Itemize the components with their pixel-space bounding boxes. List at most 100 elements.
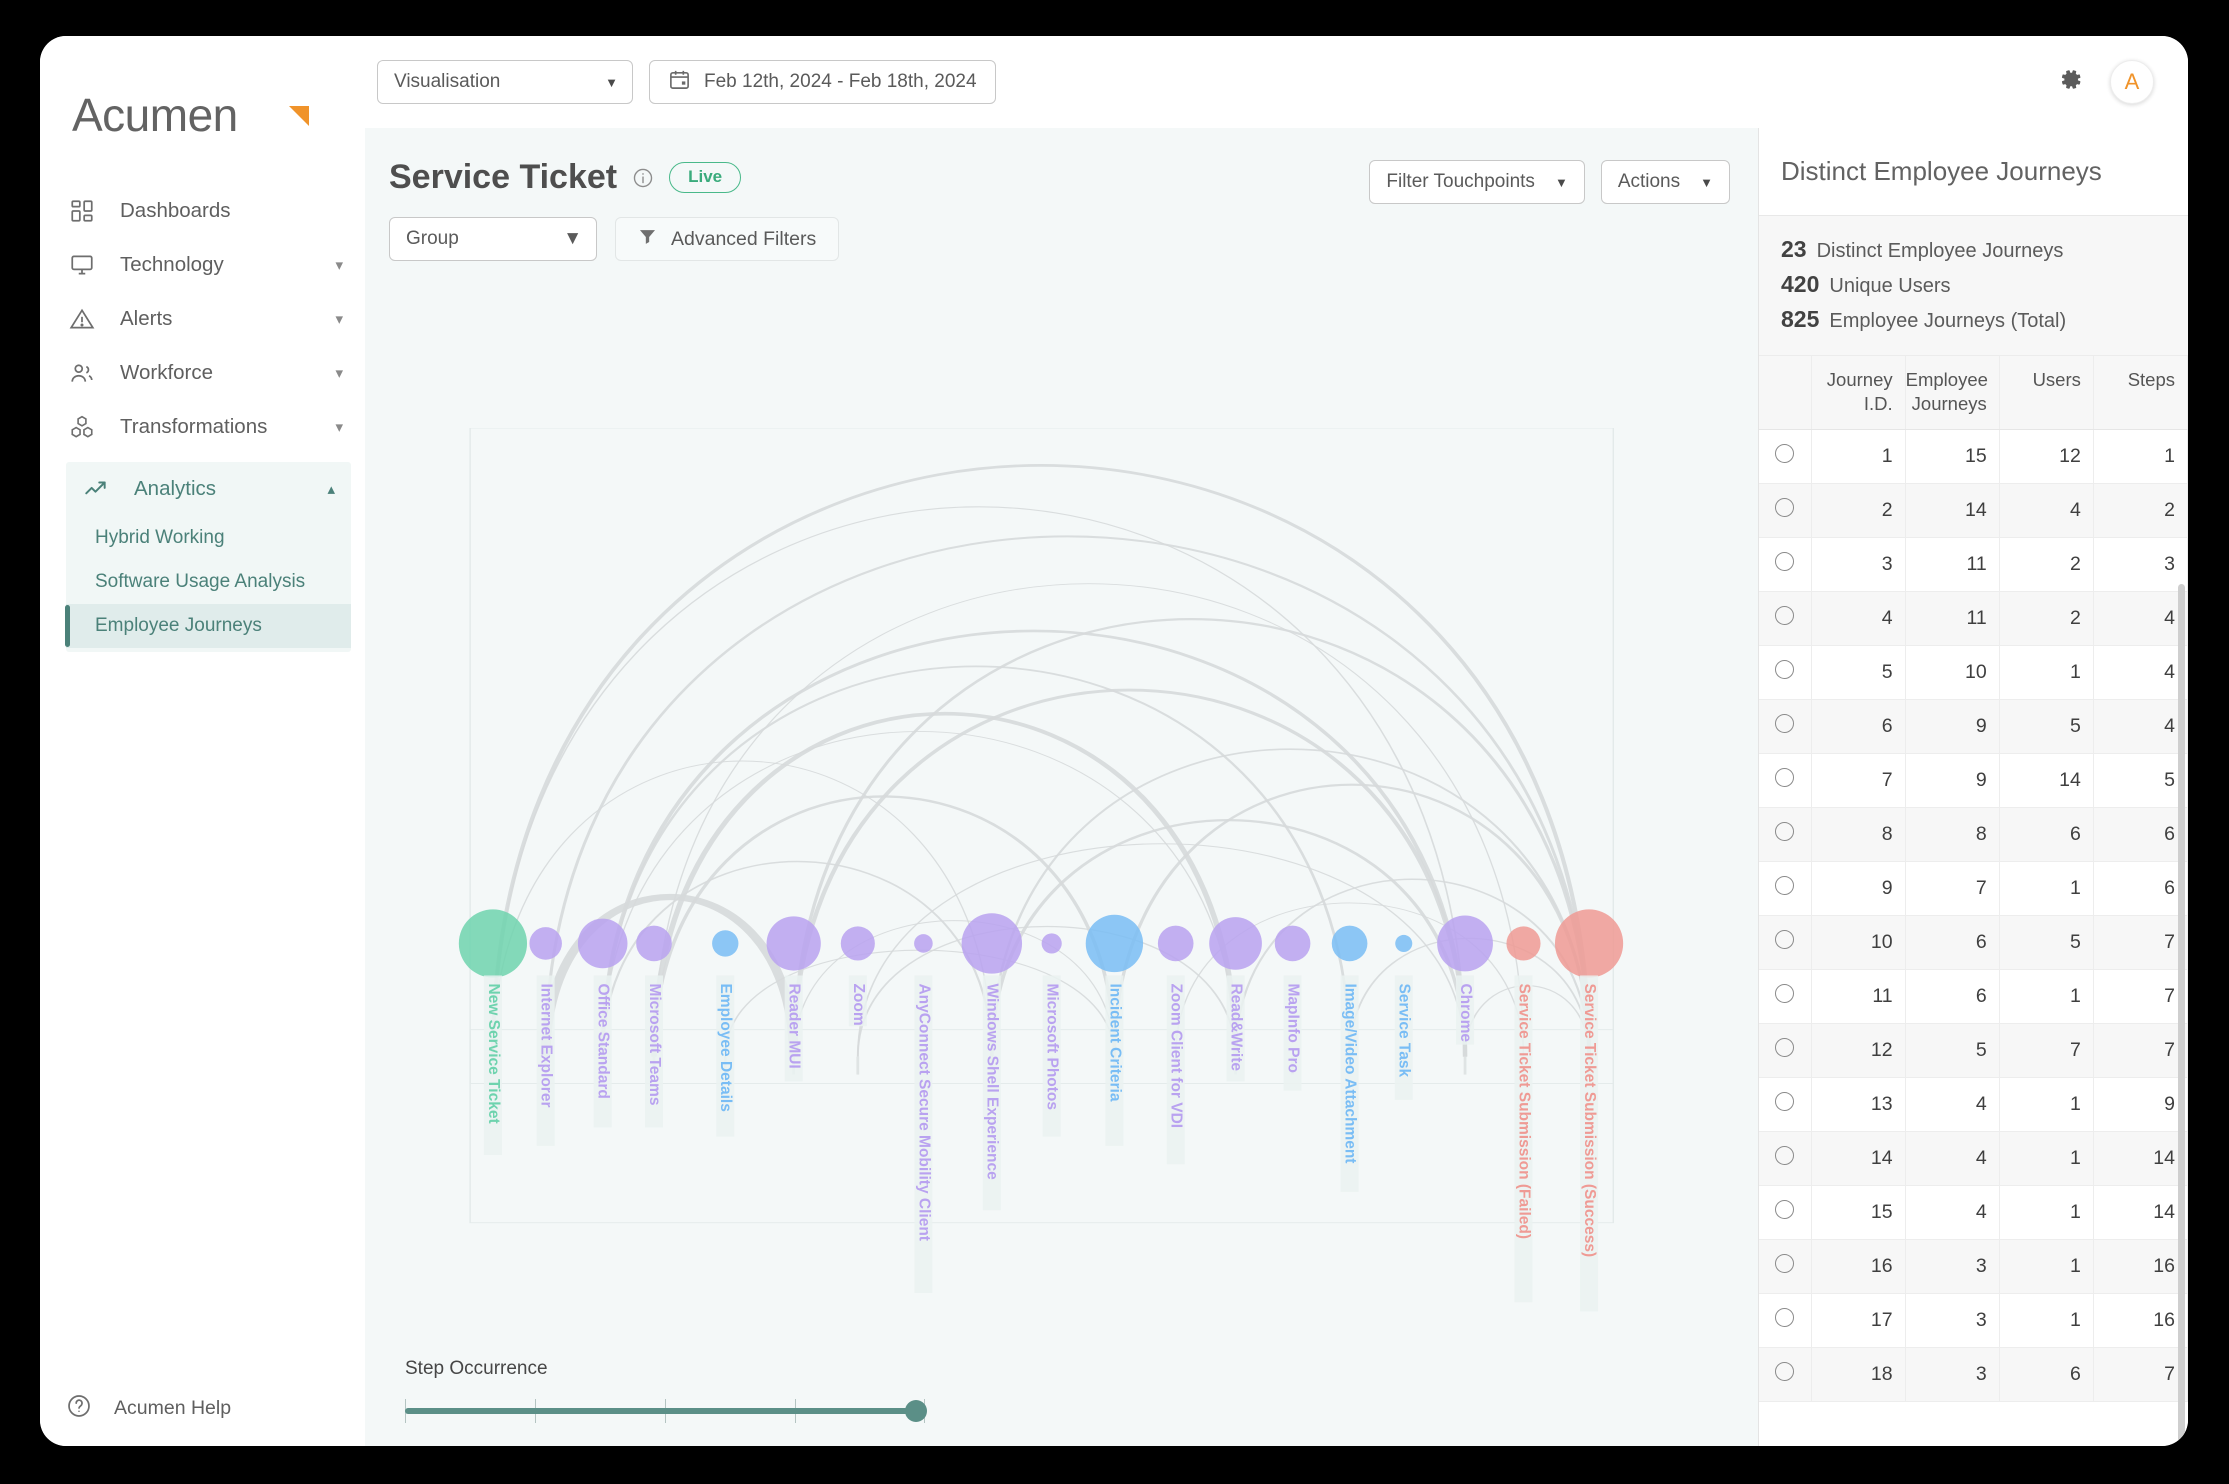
journey-node[interactable] — [961, 913, 1023, 974]
radio-button[interactable] — [1775, 1361, 1795, 1381]
arc-link[interactable] — [990, 748, 1591, 1057]
radio-button[interactable] — [1775, 875, 1795, 895]
journey-node[interactable] — [1437, 915, 1493, 972]
journey-node[interactable] — [1041, 933, 1062, 954]
journey-node[interactable] — [766, 916, 821, 971]
arc-link[interactable] — [492, 506, 1466, 1057]
radio-button[interactable] — [1775, 1253, 1795, 1273]
sidebar-item-dashboards[interactable]: Dashboards — [40, 184, 365, 238]
date-range-picker[interactable]: Feb 12th, 2024 - Feb 18th, 2024 — [649, 60, 996, 104]
journey-node[interactable] — [914, 934, 933, 953]
col-users[interactable]: Users — [1999, 355, 2094, 430]
vertical-scrollbar[interactable] — [2178, 583, 2185, 1446]
radio-button[interactable] — [1775, 659, 1795, 679]
radio-button[interactable] — [1775, 551, 1795, 571]
arc-link[interactable] — [1464, 985, 1590, 1057]
row-select-cell[interactable] — [1759, 915, 1812, 970]
avatar[interactable]: A — [2110, 60, 2154, 104]
row-select-cell[interactable] — [1759, 753, 1812, 808]
table-row[interactable]: 1 15 12 1 — [1759, 429, 2188, 484]
radio-button[interactable] — [1775, 929, 1795, 949]
radio-button[interactable] — [1775, 713, 1795, 733]
arc-diagram-chart[interactable]: New Service Ticket Internet Explorer Offic… — [365, 428, 1758, 1326]
row-select-cell[interactable] — [1759, 807, 1812, 862]
table-row[interactable]: 12 5 7 7 — [1759, 1023, 2188, 1078]
row-select-cell[interactable] — [1759, 1131, 1812, 1186]
slider-handle[interactable] — [905, 1400, 927, 1422]
arc-link[interactable] — [544, 535, 1591, 1057]
radio-button[interactable] — [1775, 1145, 1795, 1165]
journey-node[interactable] — [1274, 925, 1311, 962]
row-select-cell[interactable] — [1759, 537, 1812, 592]
visualisation-select[interactable]: Visualisation ▼ — [377, 60, 633, 104]
table-row[interactable]: 15 4 1 14 — [1759, 1185, 2188, 1240]
table-row[interactable]: 5 10 1 4 — [1759, 645, 2188, 700]
table-row[interactable]: 13 4 1 9 — [1759, 1077, 2188, 1132]
row-select-cell[interactable] — [1759, 1239, 1812, 1294]
row-select-cell[interactable] — [1759, 1293, 1812, 1348]
sidebar-item-hybrid-working[interactable]: Hybrid Working — [66, 516, 351, 560]
radio-button[interactable] — [1775, 497, 1795, 517]
radio-button[interactable] — [1775, 1199, 1795, 1219]
table-row[interactable]: 17 3 1 16 — [1759, 1293, 2188, 1348]
info-icon[interactable] — [632, 167, 654, 189]
sidebar-item-transformations[interactable]: Transformations ▾ — [40, 400, 365, 454]
actions-button[interactable]: Actions ▼ — [1600, 160, 1730, 204]
sidebar-item-software-usage-analysis[interactable]: Software Usage Analysis — [66, 560, 351, 604]
sidebar-item-workforce[interactable]: Workforce ▾ — [40, 346, 365, 400]
journey-node[interactable] — [577, 918, 628, 969]
journey-node[interactable] — [1209, 917, 1262, 970]
table-row[interactable]: 3 11 2 3 — [1759, 537, 2188, 592]
row-select-cell[interactable] — [1759, 483, 1812, 538]
radio-button[interactable] — [1775, 1307, 1795, 1327]
journey-node[interactable] — [1395, 934, 1413, 952]
group-select[interactable]: Group ▼ — [389, 217, 597, 261]
row-select-cell[interactable] — [1759, 1023, 1812, 1078]
arc-link[interactable] — [490, 464, 1592, 1057]
table-row[interactable]: 10 6 5 7 — [1759, 915, 2188, 970]
row-select-cell[interactable] — [1759, 429, 1812, 484]
row-select-cell[interactable] — [1759, 969, 1812, 1024]
table-row[interactable]: 18 3 6 7 — [1759, 1347, 2188, 1402]
journey-node[interactable] — [712, 930, 739, 957]
radio-button[interactable] — [1775, 821, 1795, 841]
row-select-cell[interactable] — [1759, 699, 1812, 754]
col-steps[interactable]: Steps — [2093, 355, 2188, 430]
table-row[interactable]: 6954 — [1759, 699, 2188, 754]
radio-button[interactable] — [1775, 605, 1795, 625]
radio-button[interactable] — [1775, 1091, 1795, 1111]
sidebar-item-alerts[interactable]: Alerts ▾ — [40, 292, 365, 346]
row-select-cell[interactable] — [1759, 1185, 1812, 1240]
row-select-cell[interactable] — [1759, 1077, 1812, 1132]
row-select-cell[interactable] — [1759, 645, 1812, 700]
col-employee-journeys[interactable]: Employee Journeys — [1905, 355, 2000, 430]
arc-link[interactable] — [792, 618, 1591, 1057]
table-row[interactable]: 2 14 4 2 — [1759, 483, 2188, 538]
table-row[interactable]: 4 11 2 4 — [1759, 591, 2188, 646]
table-row[interactable]: 14 4 1 14 — [1759, 1131, 2188, 1186]
arc-link[interactable] — [540, 893, 799, 1057]
advanced-filters-button[interactable]: Advanced Filters — [615, 217, 840, 261]
journey-node[interactable] — [1506, 926, 1541, 961]
arc-link[interactable] — [651, 712, 1239, 1057]
radio-button[interactable] — [1775, 1037, 1795, 1057]
arc-link[interactable] — [791, 688, 1468, 1057]
journey-node[interactable] — [1554, 909, 1624, 978]
table-row[interactable]: 9716 — [1759, 861, 2188, 916]
table-row[interactable]: 7 9 14 5 — [1759, 753, 2188, 808]
sidebar-item-analytics[interactable]: Analytics ▴ — [66, 462, 351, 516]
journey-node[interactable] — [636, 925, 672, 962]
journey-node[interactable] — [1085, 914, 1144, 973]
journey-node[interactable] — [1331, 925, 1368, 962]
acumen-help-link[interactable]: Acumen Help — [40, 1393, 231, 1424]
gear-icon[interactable] — [2057, 66, 2084, 98]
table-row[interactable]: 16 3 1 16 — [1759, 1239, 2188, 1294]
col-journey-id[interactable]: Journey I.D. — [1811, 355, 1906, 430]
radio-button[interactable] — [1775, 767, 1795, 787]
slider-track[interactable] — [405, 1398, 927, 1424]
journey-node[interactable] — [529, 927, 562, 960]
radio-button[interactable] — [1775, 983, 1795, 1003]
row-select-cell[interactable] — [1759, 1347, 1812, 1402]
sidebar-item-technology[interactable]: Technology ▾ — [40, 238, 365, 292]
row-select-cell[interactable] — [1759, 591, 1812, 646]
